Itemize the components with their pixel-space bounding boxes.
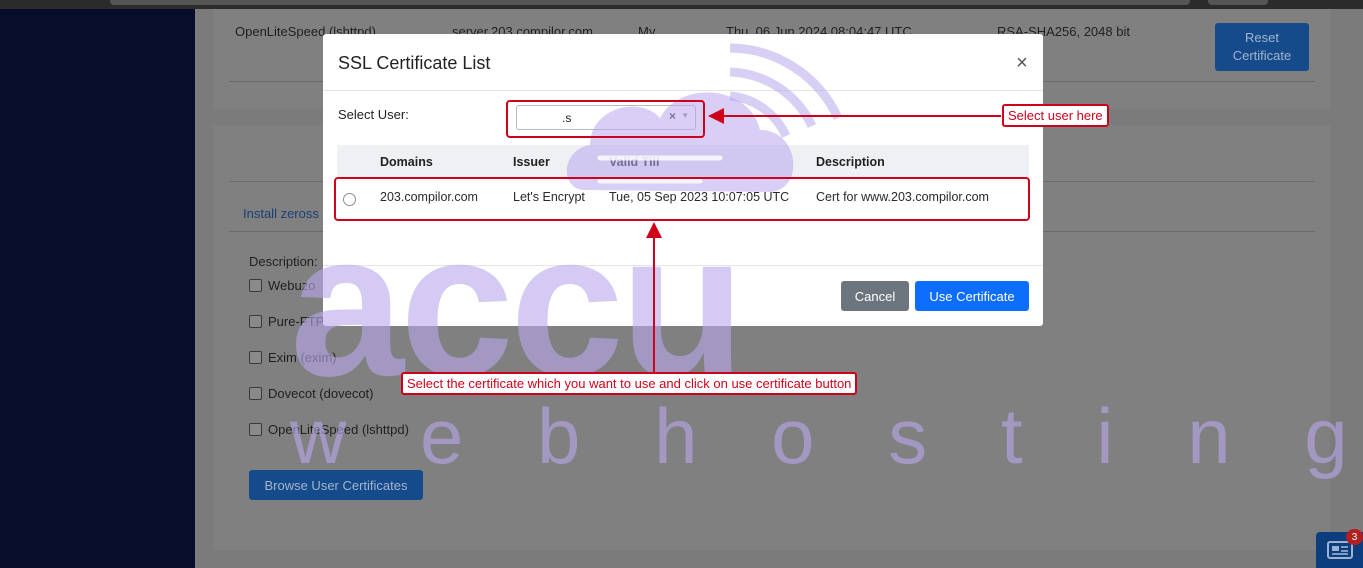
service-checkbox-row[interactable]: Pure-FTP [249,314,324,329]
table-header: Domains Issuer Valid Till Description [337,145,1029,179]
browse-user-certificates-button[interactable]: Browse User Certificates [249,470,423,500]
select-certificate-callout: Select the certificate which you want to… [401,372,858,395]
browser-controls[interactable] [1208,0,1268,5]
close-icon[interactable]: × [1011,52,1033,74]
certificate-row-highlight [334,177,1030,221]
service-label: Dovecot (dovecot) [268,386,374,401]
service-checkbox-row[interactable]: Webuzo [249,278,315,293]
service-label: OpenLiteSpeed (lshttpd) [268,422,409,437]
browser-top-strip [0,0,1363,9]
column-header: Description [816,155,885,169]
checkbox[interactable] [249,423,262,436]
address-bar[interactable] [110,0,1190,5]
service-checkbox-row[interactable]: Dovecot (dovecot) [249,386,374,401]
checkbox[interactable] [249,387,262,400]
select-user-label: Select User: [338,107,409,122]
service-label: Pure-FTP [268,314,325,329]
notification-badge: 3 [1346,529,1363,545]
use-certificate-button[interactable]: Use Certificate [915,281,1029,311]
checkbox[interactable] [249,315,262,328]
reset-certificate-button[interactable]: Reset Certificate [1215,23,1309,71]
service-checkbox-row[interactable]: Exim (exim) [249,350,337,365]
cancel-button[interactable]: Cancel [841,281,909,311]
select-user-callout: Select user here [1002,104,1109,127]
column-header: Valid Till [609,155,660,169]
checkbox[interactable] [249,279,262,292]
install-zerossl-tab[interactable]: Install zeross [243,206,319,221]
service-label: Webuzo [268,278,316,293]
sidebar [0,9,195,568]
select-user-highlight [506,100,705,138]
service-checkbox-row[interactable]: OpenLiteSpeed (lshttpd) [249,422,409,437]
service-label: Exim (exim) [268,350,337,365]
checkbox[interactable] [249,351,262,364]
column-header: Domains [380,155,433,169]
modal-header-divider [323,90,1043,91]
description-label: Description: [249,254,318,269]
modal-footer-divider [323,265,1043,266]
column-header: Issuer [513,155,550,169]
modal-title: SSL Certificate List [338,53,491,73]
